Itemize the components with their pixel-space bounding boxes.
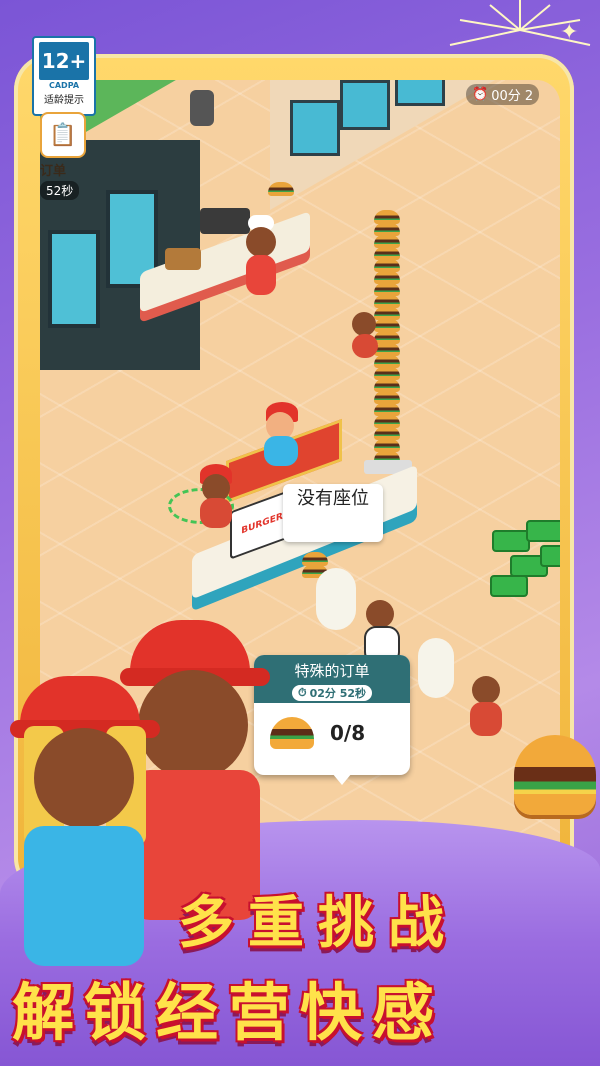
- order-label: 订单: [40, 164, 67, 179]
- special-order-header: 特殊的订单 ⏱ 02分 52秒: [254, 655, 410, 703]
- special-order-timer: ⏱ 02分 52秒: [291, 685, 373, 701]
- mascot-worker-blue: [10, 676, 160, 976]
- customer-white: [416, 638, 456, 704]
- age-rating-tip: 适龄提示: [44, 95, 84, 106]
- age-rating-number: 12+: [39, 42, 89, 80]
- clock-icon: ⏰: [472, 87, 489, 102]
- burger-sign-text: BURGER: [241, 511, 283, 537]
- age-rating-badge: 12+ CADPA 适龄提示: [32, 36, 96, 116]
- window: [340, 80, 390, 130]
- top-timer: ⏰ 00分 2: [466, 84, 540, 105]
- cash-stack[interactable]: [526, 520, 560, 542]
- special-order-progress: 0/8: [330, 721, 366, 745]
- customer-character: [466, 676, 506, 746]
- order-list-icon[interactable]: 📋: [40, 112, 86, 158]
- burger-icon: [514, 735, 596, 815]
- order-hud[interactable]: 📋 订单 52秒: [40, 112, 86, 200]
- top-timer-text: 00分 2: [491, 89, 534, 104]
- cash-stack[interactable]: [490, 575, 528, 597]
- burger-icon: [270, 717, 314, 749]
- customer-character: [350, 312, 380, 362]
- window: [290, 100, 340, 156]
- trash-bin: [190, 90, 214, 126]
- cashier-character: [196, 464, 236, 534]
- sparkle-icon: ✦: [560, 20, 579, 45]
- special-order-title: 特殊的订单: [294, 662, 370, 680]
- clock-icon: ⏱: [297, 686, 307, 699]
- slogan-line-1: 多重挑战: [178, 891, 458, 956]
- customer-white: [312, 568, 358, 634]
- slogan-line-2: 解锁经营快感: [12, 976, 445, 1049]
- special-order-card[interactable]: 特殊的订单 ⏱ 02分 52秒 0/8: [254, 655, 410, 785]
- bun-tray[interactable]: [165, 248, 201, 270]
- age-rating-org: CADPA: [48, 81, 80, 90]
- cash-stack[interactable]: [492, 530, 530, 552]
- worker-character: [260, 402, 304, 472]
- special-order-time: 02分 52秒: [309, 687, 367, 700]
- cash-stack[interactable]: [540, 545, 560, 567]
- order-timer: 52秒: [40, 181, 80, 200]
- burger-item: [268, 182, 294, 196]
- window: [48, 230, 100, 328]
- no-seat-bubble: 没有座位: [283, 484, 383, 542]
- chef-character: [240, 215, 280, 305]
- special-order-body: 0/8: [254, 703, 410, 763]
- window: [395, 80, 445, 106]
- card-pointer: [332, 773, 352, 785]
